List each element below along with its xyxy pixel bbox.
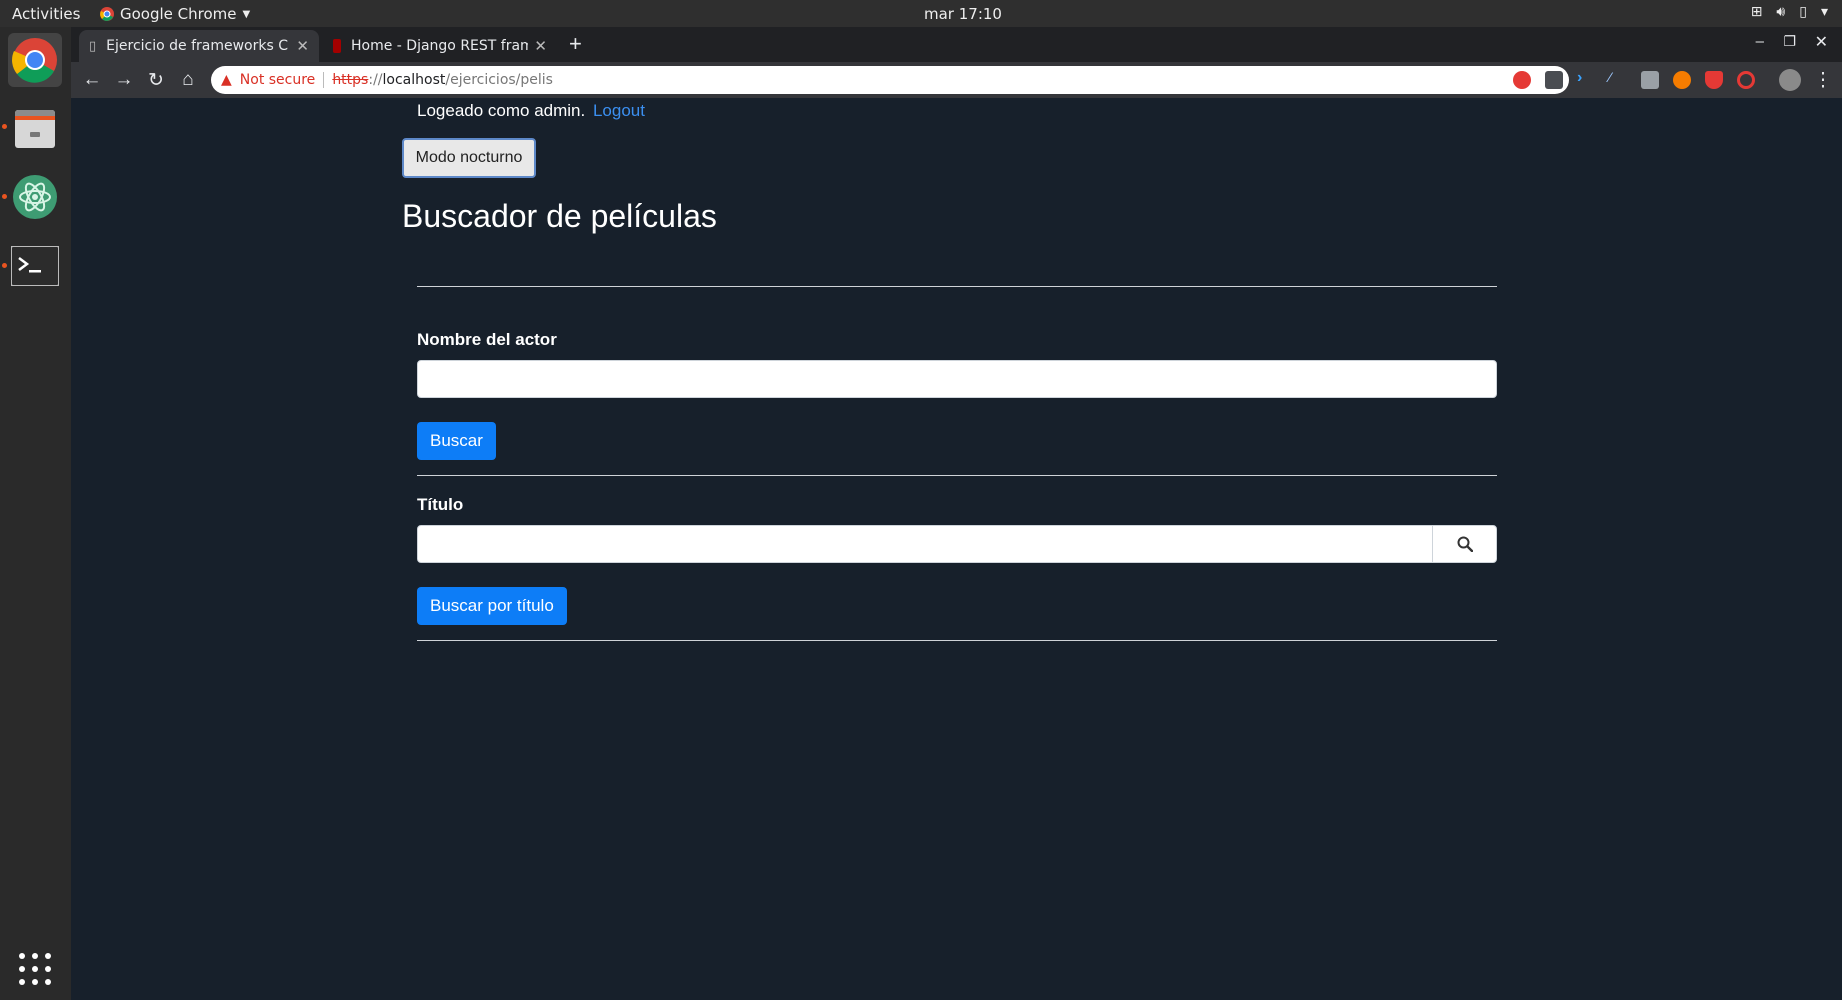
camera-icon[interactable] — [1641, 71, 1659, 89]
login-text: Logeado como admin. — [417, 101, 586, 120]
actor-label: Nombre del actor — [417, 330, 557, 349]
document-icon: ▯ — [89, 38, 97, 54]
close-icon[interactable]: ✕ — [296, 37, 309, 55]
extension-icon[interactable] — [1545, 71, 1563, 89]
tab-ejercicio[interactable]: ▯ Ejercicio de frameworks C ✕ — [79, 30, 319, 62]
chrome-icon — [12, 38, 57, 83]
login-status: Logeado como admin. Logout — [417, 101, 645, 121]
running-indicator — [2, 124, 7, 129]
warning-icon: ▲ — [221, 72, 232, 88]
forward-icon[interactable]: → — [112, 68, 136, 92]
activities-button[interactable]: Activities — [12, 5, 80, 23]
tab-django[interactable]: Home - Django REST fram ✕ — [323, 30, 557, 62]
search-icon-button[interactable] — [1432, 525, 1497, 563]
system-top-bar: Activities Google Chrome ▼ mar 17:10 ⊞ 🔊… — [0, 0, 1842, 27]
atom-icon — [13, 175, 57, 219]
avatar[interactable] — [1779, 69, 1801, 91]
logout-link[interactable]: Logout — [593, 101, 645, 120]
title-input-group — [417, 525, 1497, 563]
shield-icon[interactable] — [1705, 71, 1723, 89]
terminal-icon — [11, 246, 59, 286]
dock-terminal[interactable] — [8, 239, 62, 293]
close-icon[interactable]: ✕ — [534, 37, 547, 55]
title-label: Título — [417, 495, 464, 514]
volume-icon: 🔊︎ — [1776, 4, 1786, 20]
apps-grid-icon — [19, 953, 51, 985]
tab-strip: ▯ Ejercicio de frameworks C ✕ Home - Dja… — [71, 27, 1842, 62]
files-icon — [15, 110, 55, 148]
divider — [417, 286, 1497, 287]
reload-icon[interactable]: ↻ — [144, 68, 168, 92]
chevron-down-icon: ▼ — [242, 8, 251, 20]
extension-icon[interactable] — [1737, 71, 1755, 89]
extension-icon[interactable]: ⁄ — [1609, 69, 1627, 87]
page-title: Buscador de películas — [402, 198, 717, 234]
tab-title: Ejercicio de frameworks C — [106, 38, 289, 54]
url-host: localhost — [382, 72, 446, 88]
clock[interactable]: mar 17:10 — [924, 5, 1002, 23]
back-icon[interactable]: ← — [80, 68, 104, 92]
maximize-window-button[interactable]: ❐ — [1783, 33, 1796, 50]
app-menu-label: Google Chrome — [120, 5, 237, 23]
address-bar[interactable]: ▲ Not secure https :// localhost /ejerci… — [211, 66, 1569, 94]
new-tab-button[interactable]: + — [569, 31, 582, 57]
system-tray[interactable]: ⊞ 🔊︎ ▯ ▾ — [1751, 4, 1828, 20]
divider — [417, 475, 1497, 476]
app-menu[interactable]: Google Chrome ▼ — [100, 5, 250, 23]
url-divider — [323, 72, 325, 88]
running-indicator — [2, 194, 7, 199]
url-sep: :// — [368, 72, 383, 88]
divider — [417, 640, 1497, 641]
extension-icon[interactable] — [1673, 71, 1691, 89]
not-secure-label: Not secure — [239, 72, 316, 88]
night-mode-button[interactable]: Modo nocturno — [402, 138, 536, 178]
show-applications-button[interactable] — [8, 942, 62, 996]
dock-files[interactable] — [8, 102, 62, 156]
page-content: Logeado como admin. Logout Modo nocturno… — [71, 98, 1842, 1000]
menu-icon[interactable]: ⋮ — [1811, 68, 1835, 92]
search-button[interactable]: Buscar — [417, 422, 496, 460]
search-title-button[interactable]: Buscar por título — [417, 587, 567, 625]
close-window-button[interactable]: ✕ — [1815, 32, 1828, 52]
url-scheme: https — [332, 72, 369, 88]
chrome-small-icon — [100, 7, 114, 21]
browser-toolbar: ← → ↻ ⌂ ▲ Not secure https :// localhost… — [71, 62, 1842, 98]
network-icon: ⊞ — [1750, 4, 1763, 20]
search-icon — [1457, 536, 1473, 552]
actor-input[interactable] — [417, 360, 1497, 398]
tab-title: Home - Django REST fram — [351, 38, 529, 54]
url-path: /ejercicios/pelis — [445, 72, 553, 88]
extension-icon[interactable]: › — [1577, 69, 1595, 87]
power-menu-icon: ▾ — [1820, 4, 1828, 20]
dock-chrome[interactable] — [8, 33, 62, 87]
extension-icon[interactable] — [1513, 71, 1531, 89]
dock-atom[interactable] — [8, 170, 62, 224]
title-input[interactable] — [417, 525, 1433, 563]
battery-icon: ▯ — [1799, 4, 1807, 20]
dock — [0, 27, 71, 1000]
minimize-window-button[interactable]: ‒ — [1756, 33, 1764, 50]
django-favicon-icon — [333, 39, 341, 53]
running-indicator — [2, 263, 7, 268]
home-icon[interactable]: ⌂ — [176, 68, 200, 92]
